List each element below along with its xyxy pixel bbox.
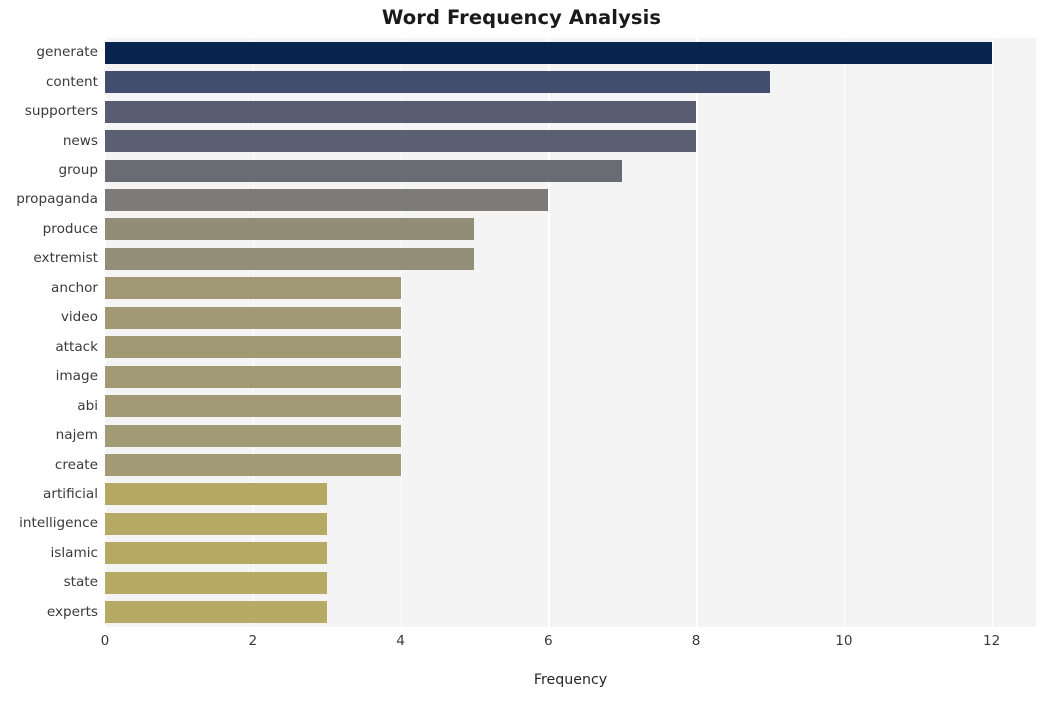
bar-create (105, 454, 401, 477)
y-tick-label-produce: produce (42, 220, 98, 237)
x-tick-label-6: 6 (544, 633, 553, 649)
y-tick-label-attack: attack (55, 338, 98, 355)
y-tick-label-intelligence: intelligence (19, 515, 98, 532)
bar-group (105, 159, 623, 182)
y-tick-label-experts: experts (46, 603, 98, 620)
bar-content (105, 71, 770, 94)
bar-propaganda (105, 188, 549, 211)
bar-artificial (105, 483, 327, 506)
x-axis-label: Frequency (533, 672, 608, 688)
y-tick-label-artificial: artificial (43, 485, 98, 502)
y-tick-label-abi: abi (77, 397, 98, 414)
y-tick-label-supporters: supporters (24, 103, 98, 120)
x-tick-label-2: 2 (248, 633, 258, 649)
bar-generate (105, 41, 992, 64)
bar-supporters (105, 100, 697, 123)
y-tick-label-najem: najem (55, 427, 98, 444)
bar-attack (105, 336, 401, 359)
y-tick-label-news: news (62, 132, 98, 149)
y-tick-label-generate: generate (36, 44, 98, 61)
x-tick-label-8: 8 (691, 633, 701, 649)
y-tick-label-islamic: islamic (50, 544, 98, 561)
chart-figure: Word Frequency Analysis generate content s… (0, 0, 1043, 701)
bar-series (105, 38, 1036, 627)
y-axis-tick-labels: generate content supporters news group propag… (0, 38, 98, 627)
x-tick-label-10: 10 (835, 633, 853, 649)
page-title: Word Frequency Analysis (381, 6, 662, 29)
y-tick-label-video: video (60, 309, 98, 326)
plot-area (105, 38, 1036, 627)
bar-image (105, 365, 401, 388)
y-tick-label-content: content (45, 73, 98, 90)
y-tick-label-create: create (54, 456, 98, 473)
bar-state (105, 571, 327, 594)
bar-intelligence (105, 512, 327, 535)
y-tick-label-state: state (63, 574, 98, 591)
bar-experts (105, 601, 327, 624)
bar-anchor (105, 277, 401, 300)
x-tick-label-4: 4 (396, 633, 405, 649)
bar-video (105, 306, 401, 329)
bar-produce (105, 218, 475, 241)
y-tick-label-group: group (58, 162, 98, 179)
y-tick-label-anchor: anchor (51, 279, 98, 296)
y-tick-label-extremist: extremist (33, 250, 98, 267)
bar-extremist (105, 247, 475, 270)
bar-islamic (105, 542, 327, 565)
x-tick-label-0: 0 (100, 633, 110, 649)
y-tick-label-image: image (55, 368, 98, 385)
bar-najem (105, 424, 401, 447)
bar-abi (105, 395, 401, 418)
y-tick-label-propaganda: propaganda (16, 191, 98, 208)
bar-news (105, 130, 697, 153)
x-tick-label-12: 12 (983, 633, 1001, 649)
x-axis-tick-labels: 0 2 4 6 8 10 12 (101, 633, 1036, 657)
